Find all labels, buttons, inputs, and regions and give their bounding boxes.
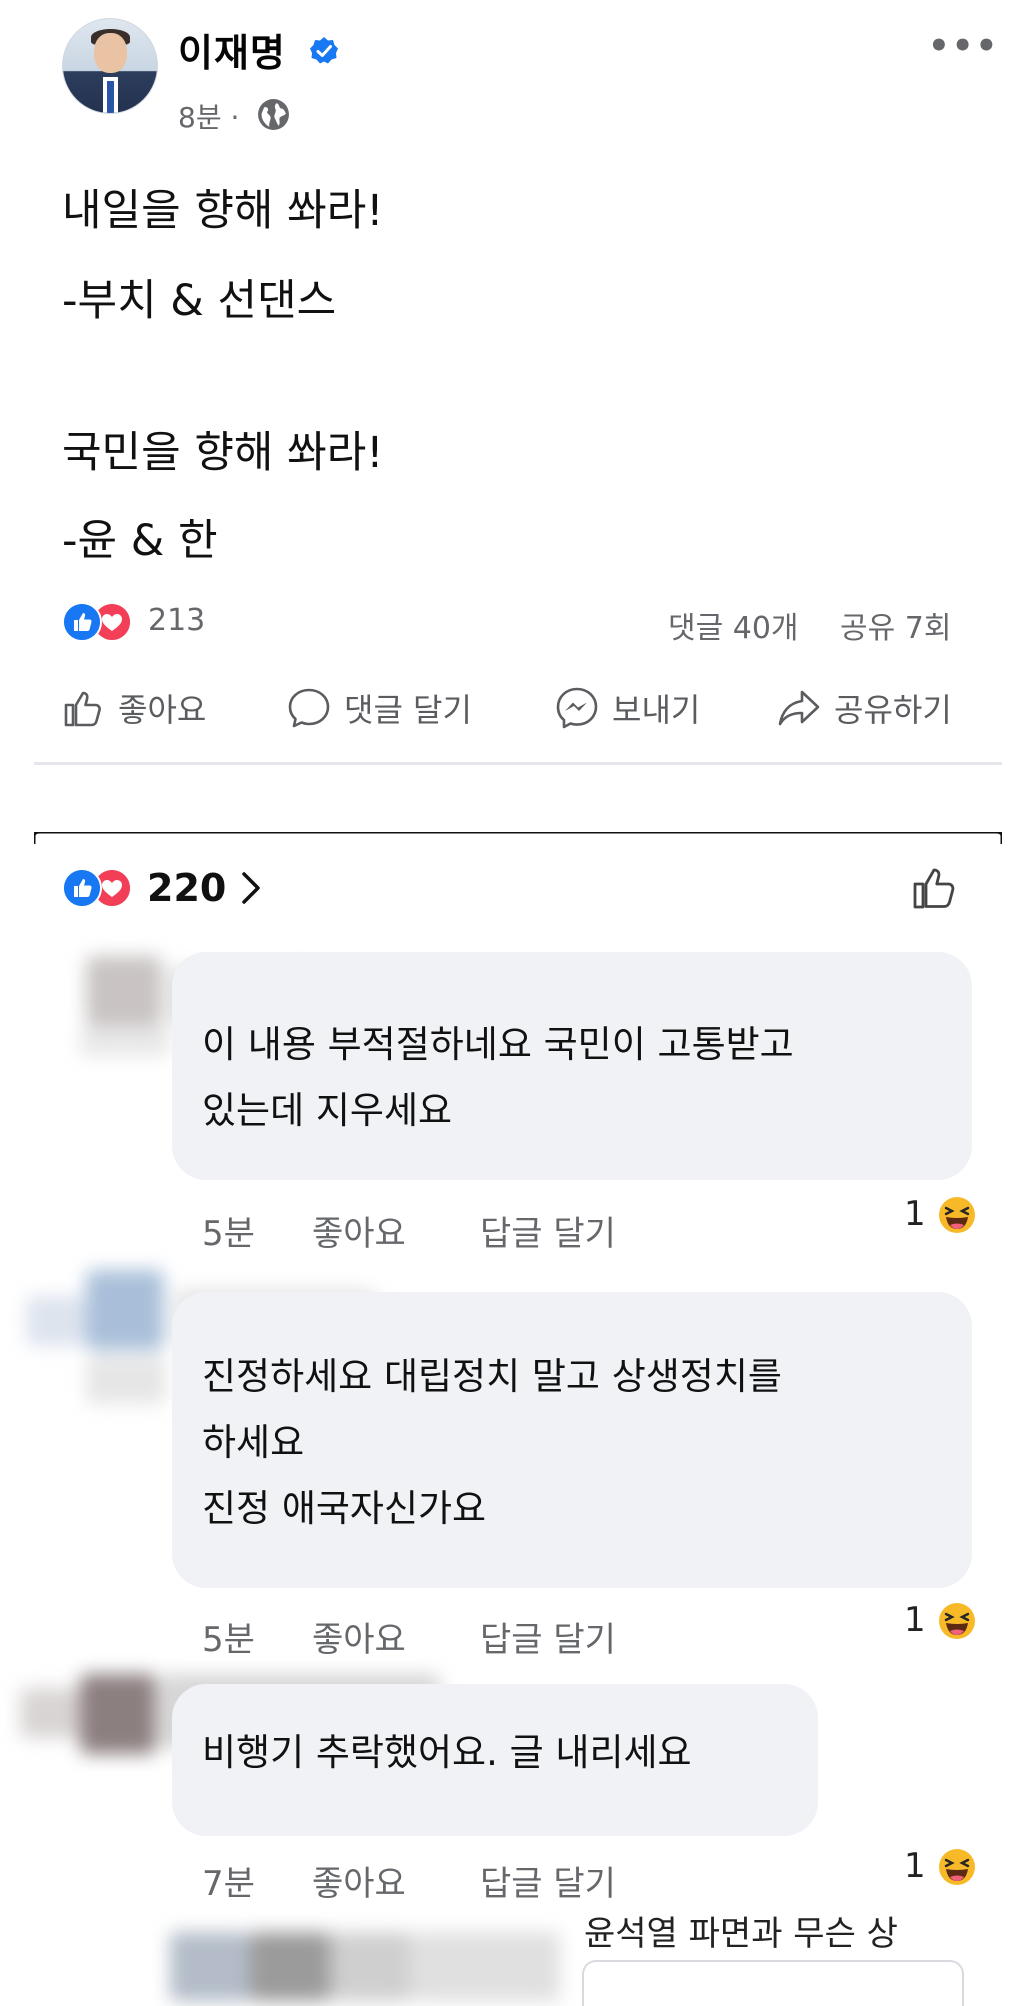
author-avatar[interactable] (62, 18, 158, 114)
commenter-avatar-blurred[interactable] (160, 1922, 580, 2001)
comment-text-line: 하세요 (202, 1421, 305, 1464)
thumbs-up-icon (64, 691, 101, 727)
like-reaction-icon (62, 868, 102, 908)
post-reaction-count[interactable]: 213 (148, 603, 205, 638)
comment-text-line: 진정하세요 대립정치 말고 상생정치를 (202, 1355, 782, 1398)
messenger-icon (556, 687, 598, 729)
comment-text-line: 진정 애국자신가요 (202, 1487, 487, 1530)
comment-bubble: 진정하세요 대립정치 말고 상생정치를 하세요 진정 애국자신가요 (172, 1292, 972, 1588)
section-divider (34, 762, 1002, 765)
globe-icon (258, 99, 289, 130)
chevron-right-icon[interactable] (238, 870, 264, 906)
haha-reaction-icon (939, 1197, 975, 1233)
share-count[interactable]: 공유 7회 (840, 603, 951, 647)
like-reaction-icon (62, 602, 102, 642)
post-text-line-1: 내일을 향해 쏴라! (62, 186, 384, 236)
comments-reaction-count[interactable]: 220 (147, 866, 226, 910)
comment-time[interactable]: 5분 (202, 1612, 255, 1661)
post-text-line-4: -윤 & 한 (62, 516, 218, 566)
comment-reply-button[interactable]: 답글 달기 (480, 1612, 616, 1661)
comment-time[interactable]: 7분 (202, 1856, 255, 1905)
send-button-label: 보내기 (612, 691, 701, 729)
verified-badge-icon (310, 37, 338, 64)
haha-reaction-icon (939, 1849, 975, 1885)
comment-text-line: 이 내용 부적절하네요 국민이 고통받고 (202, 1023, 794, 1066)
like-post-icon[interactable] (910, 862, 960, 912)
comments-sheet-edge (34, 832, 1002, 844)
comment-text-line: 있는데 지우세요 (202, 1089, 453, 1132)
comment-reaction-count[interactable]: 1 (904, 1194, 926, 1234)
comment-button[interactable]: 댓글 달기 (286, 686, 472, 730)
comment-bubble: 비행기 추락했어요. 글 내리세요 (172, 1684, 818, 1836)
post-timestamp[interactable]: 8분 · (178, 96, 239, 136)
comment-time[interactable]: 5분 (202, 1206, 255, 1255)
send-button[interactable]: 보내기 (554, 686, 700, 730)
post-reaction-icons[interactable] (62, 602, 138, 642)
comment-reaction-count[interactable]: 1 (904, 1846, 926, 1886)
comment-reply-button[interactable]: 답글 달기 (480, 1856, 616, 1905)
comment-input-edge[interactable] (582, 1960, 964, 2006)
like-button-label: 좋아요 (118, 691, 207, 729)
comment-bubble-icon (288, 688, 330, 728)
haha-reaction-icon (939, 1603, 975, 1639)
comment-button-label: 댓글 달기 (344, 691, 472, 729)
comment-like-button[interactable]: 좋아요 (312, 1612, 406, 1661)
post-text-line-3: 국민을 향해 쏴라! (62, 428, 384, 478)
comments-reaction-icons[interactable] (62, 868, 138, 908)
more-options-icon[interactable]: ••• (928, 26, 999, 66)
comment-like-button[interactable]: 좋아요 (312, 1856, 406, 1905)
author-name[interactable]: 이재명 (178, 22, 286, 77)
comment-bubble: 이 내용 부적절하네요 국민이 고통받고 있는데 지우세요 (172, 952, 972, 1180)
post-text-line-2: -부치 & 선댄스 (62, 276, 337, 326)
like-button[interactable]: 좋아요 (62, 686, 206, 730)
comment-reaction-count[interactable]: 1 (904, 1600, 926, 1640)
comment-text-line: 비행기 추락했어요. 글 내리세요 (202, 1731, 692, 1774)
share-arrow-icon (778, 690, 820, 726)
partial-comment-text: 윤석열 파면과 무슨 상 (584, 1914, 898, 1954)
share-button-label: 공유하기 (834, 691, 952, 729)
share-button[interactable]: 공유하기 (776, 686, 952, 730)
comment-reply-button[interactable]: 답글 달기 (480, 1206, 616, 1255)
comment-like-button[interactable]: 좋아요 (312, 1206, 406, 1255)
comment-count[interactable]: 댓글 40개 (668, 603, 799, 647)
